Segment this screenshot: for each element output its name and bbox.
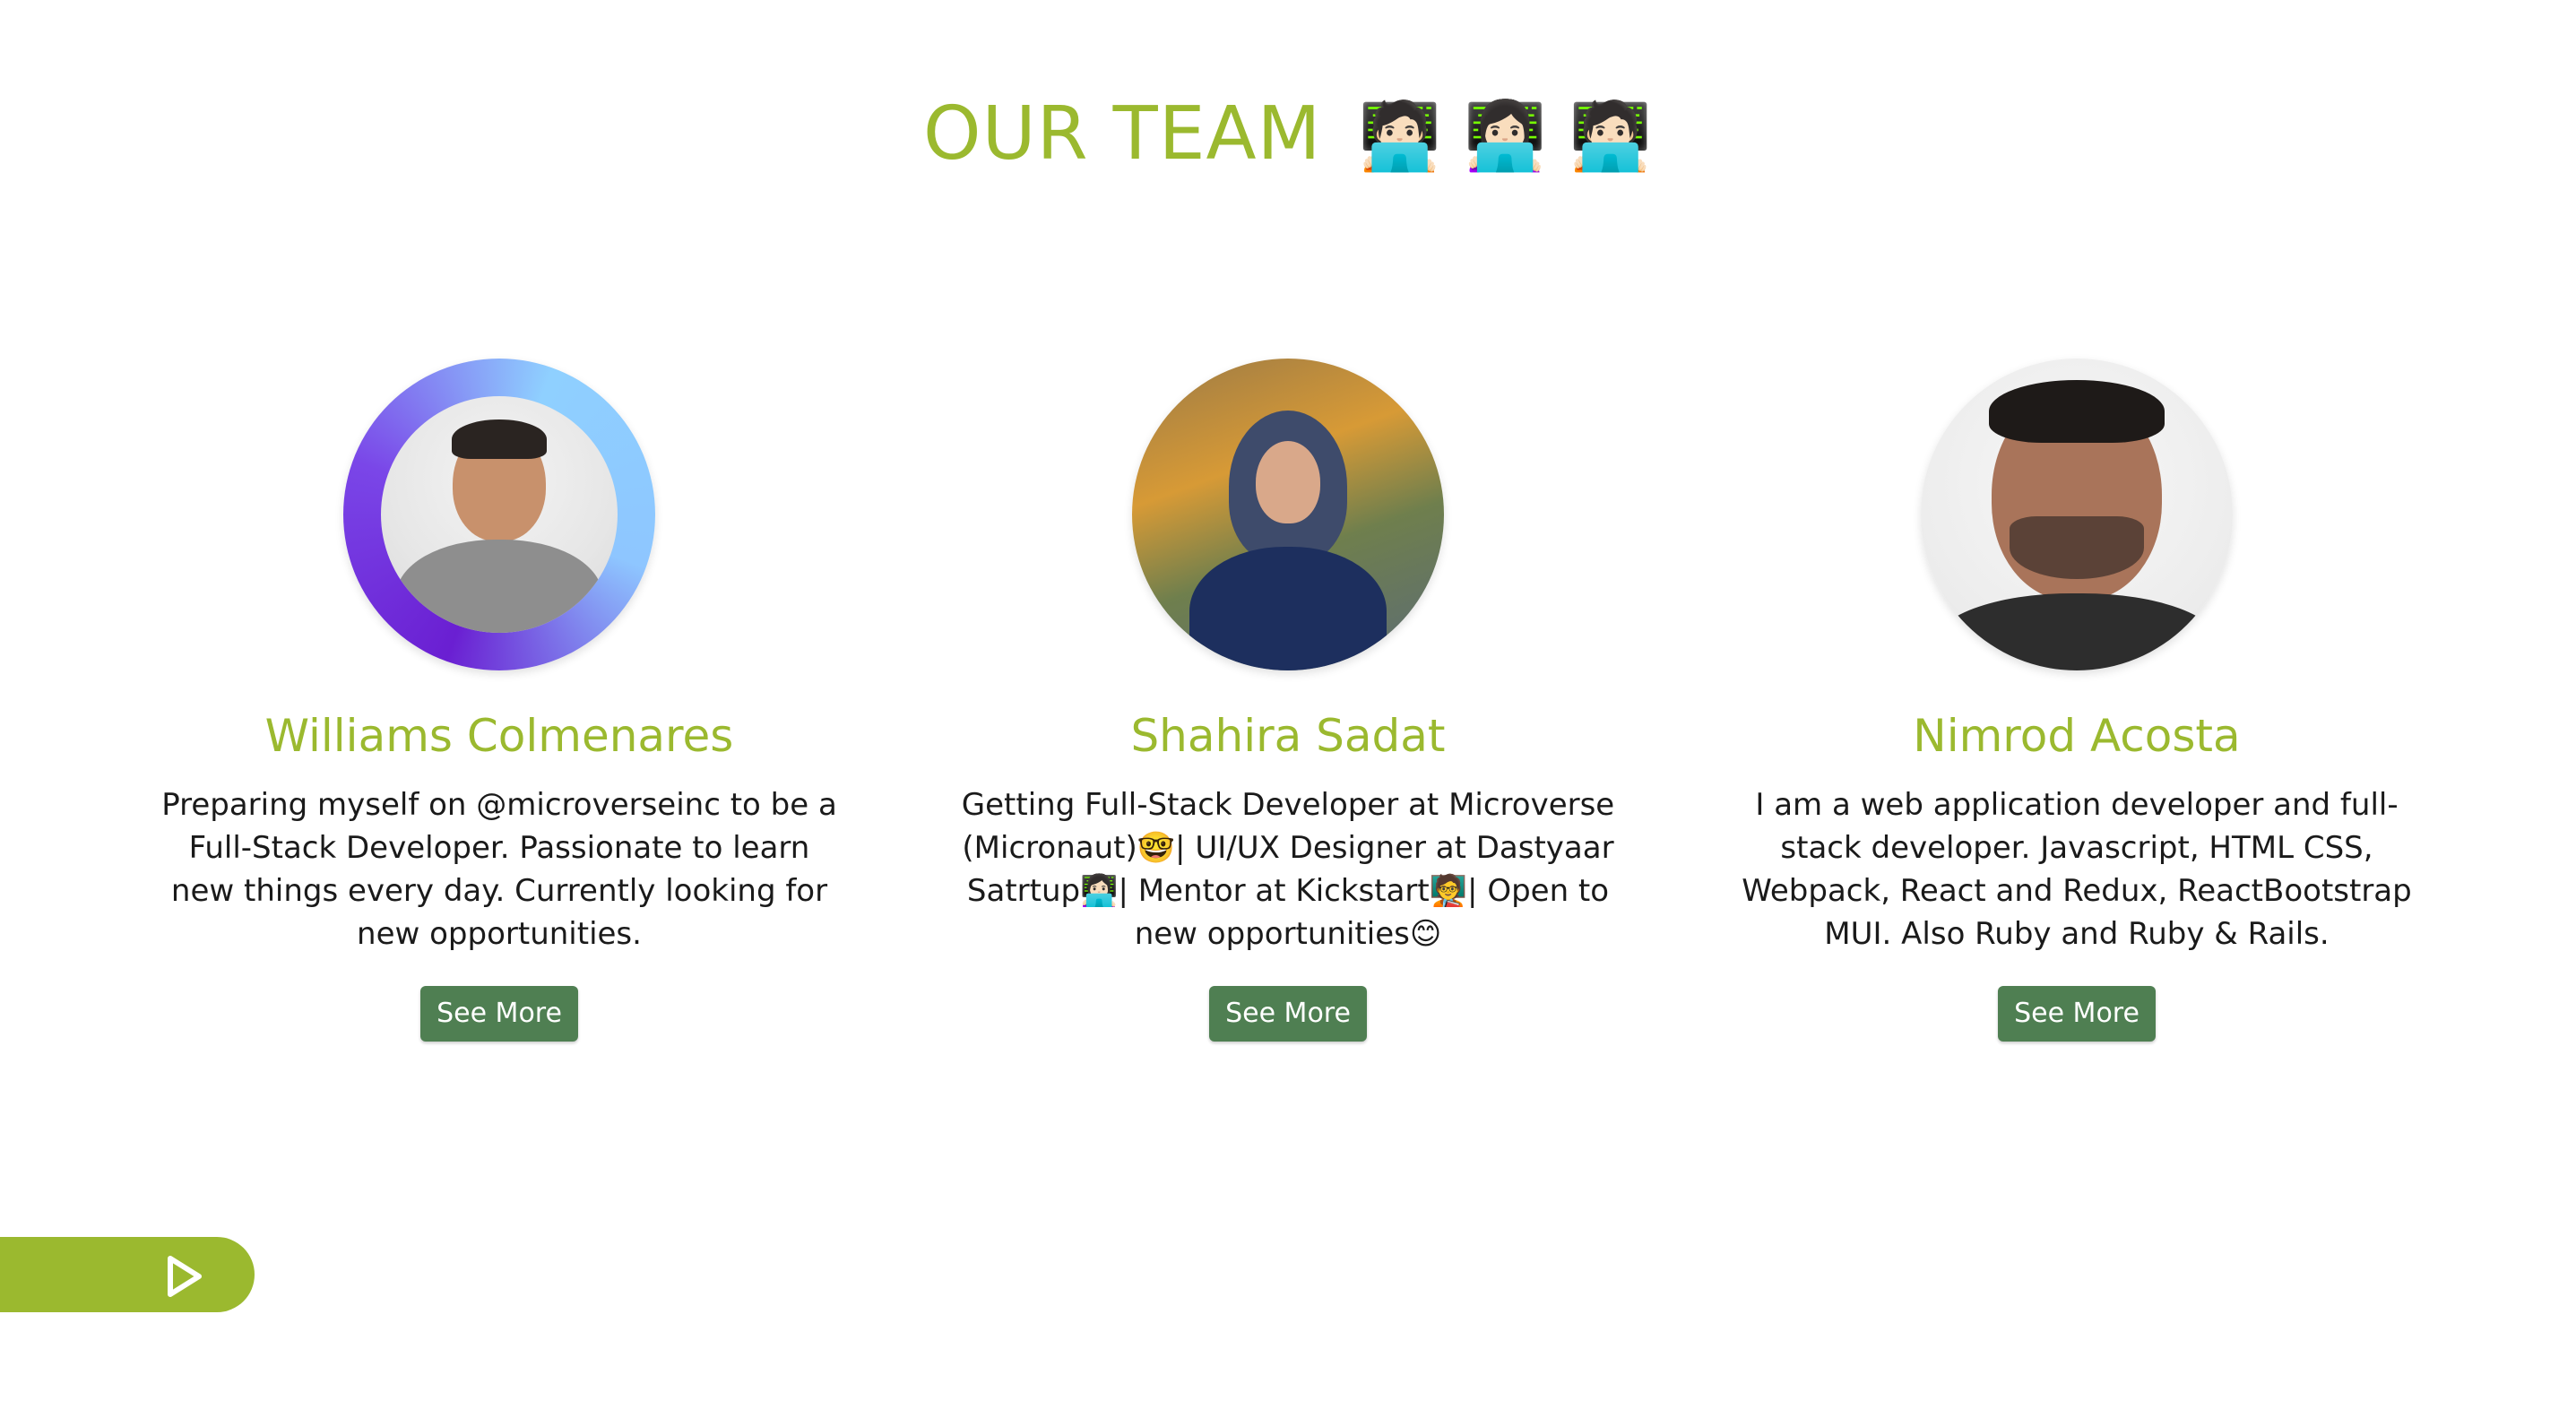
team-member-card: Nimrod Acosta I am a web application dev… xyxy=(1682,359,2471,1042)
team-page: OUR TEAM 🧑🏻‍💻 👩🏻‍💻 🧑🏻‍💻 Williams Colmena… xyxy=(0,0,2576,1418)
avatar xyxy=(343,359,655,670)
member-description: Preparing myself on @microverseinc to be… xyxy=(161,787,837,952)
member-description: I am a web application developer and ful… xyxy=(1742,787,2412,952)
person-beard-shape xyxy=(2010,516,2144,579)
person-hair-shape xyxy=(452,419,547,459)
member-name: Shahira Sadat xyxy=(1130,710,1446,762)
member-description: Getting Full-Stack Developer at Microver… xyxy=(961,787,1615,952)
avatar xyxy=(1132,359,1444,670)
see-more-button[interactable]: See More xyxy=(420,986,578,1042)
person-sweater-shape xyxy=(1933,593,2220,670)
play-toggle-button[interactable] xyxy=(0,1237,255,1312)
person-shirt-shape xyxy=(396,540,602,633)
see-more-button[interactable]: See More xyxy=(1209,986,1367,1042)
member-name: Williams Colmenares xyxy=(264,710,734,762)
avatar xyxy=(1921,359,2233,670)
person-jacket-shape xyxy=(1189,547,1387,670)
person-head-shape xyxy=(1256,441,1320,523)
see-more-button[interactable]: See More xyxy=(1998,986,2156,1042)
member-name: Nimrod Acosta xyxy=(1913,710,2241,762)
play-icon xyxy=(168,1256,202,1297)
team-member-card: Williams Colmenares Preparing myself on … xyxy=(105,359,894,1042)
person-hair-shape xyxy=(1989,380,2165,443)
team-member-card: Shahira Sadat Getting Full-Stack Develop… xyxy=(894,359,1682,1042)
section-title-text: OUR TEAM xyxy=(923,91,1322,177)
developer-emojis: 🧑🏻‍💻 👩🏻‍💻 🧑🏻‍💻 xyxy=(1358,98,1653,175)
avatar-photo xyxy=(381,396,618,633)
section-title: OUR TEAM 🧑🏻‍💻 👩🏻‍💻 🧑🏻‍💻 xyxy=(0,85,2576,186)
